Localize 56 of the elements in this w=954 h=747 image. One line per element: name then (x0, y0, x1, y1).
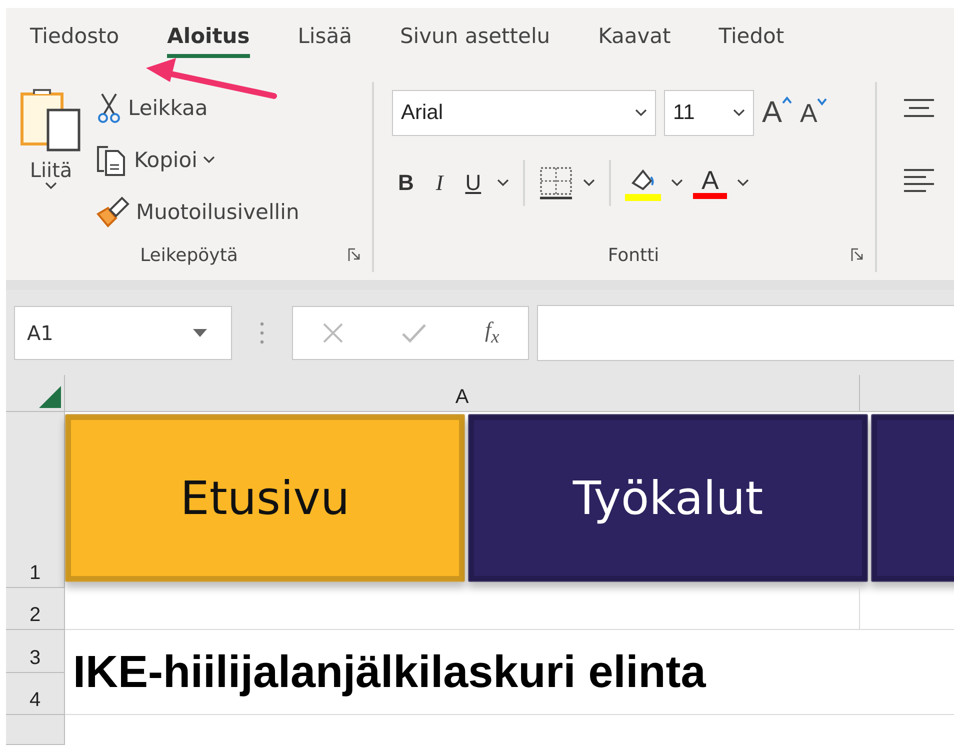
drag-handle-icon[interactable] (260, 322, 264, 344)
ribbon-tab[interactable]: Tiedosto (30, 24, 120, 58)
top-align-icon[interactable] (903, 98, 935, 118)
underline-button[interactable]: U (459, 170, 488, 196)
borders-icon[interactable] (539, 166, 574, 200)
column-header[interactable]: A (65, 375, 860, 412)
sheet-cell[interactable] (65, 588, 860, 630)
select-all-icon[interactable] (39, 386, 61, 408)
font-color-button[interactable]: A (693, 167, 728, 199)
navigation-button[interactable]: Työkalut (468, 414, 868, 582)
formula-input[interactable] (537, 304, 954, 360)
chevron-down-icon[interactable] (497, 179, 510, 187)
checkmark-icon[interactable] (401, 322, 428, 344)
row-header[interactable]: 3 (6, 630, 65, 673)
chevron-down-icon[interactable] (583, 179, 596, 187)
dialog-launcher-icon[interactable] (348, 248, 362, 262)
decrease-font-size-button[interactable]: A (800, 98, 828, 128)
format-painter-button[interactable]: Muotoilusivellin (96, 190, 300, 234)
sheet-title: IKE-hiilijalanjälkilaskuri elinta (73, 646, 706, 698)
chevron-down-icon[interactable] (733, 109, 745, 117)
chevron-down-icon[interactable] (671, 179, 684, 187)
bold-button[interactable]: B (392, 170, 420, 196)
italic-button[interactable]: I (430, 170, 450, 196)
row-header[interactable]: 1 (6, 412, 65, 588)
ribbon-tab[interactable]: Tiedot (718, 24, 784, 58)
caret-down-icon (817, 98, 828, 106)
ribbon-tab[interactable]: Lisää (298, 24, 352, 58)
chevron-down-icon[interactable] (635, 109, 647, 117)
chevron-down-icon[interactable] (737, 179, 750, 187)
row-header[interactable]: 2 (6, 588, 65, 630)
dropdown-arrow-icon[interactable] (193, 328, 207, 336)
copy-button[interactable]: Kopioi (96, 138, 300, 182)
row-header[interactable]: 4 (6, 673, 65, 715)
caret-up-icon (782, 96, 792, 104)
insert-function-button[interactable]: f$_{x}$ (484, 317, 500, 348)
copy-dropdown-icon[interactable] (203, 156, 216, 164)
group-label: Fontti (608, 244, 660, 266)
cut-button[interactable]: Leikkaa (96, 86, 300, 130)
paste-button[interactable]: Liitä (20, 86, 82, 182)
copy-icon (96, 143, 128, 177)
paste-dropdown-icon[interactable] (45, 182, 57, 190)
ribbon-tab[interactable]: Aloitus (167, 24, 250, 58)
sheet-cell[interactable]: IKE-hiilijalanjälkilaskuri elinta (65, 630, 954, 715)
navigation-button[interactable]: Etusivu (65, 414, 465, 582)
increase-font-size-button[interactable]: A (762, 96, 792, 130)
ribbon-tab[interactable]: Kaavat (598, 24, 671, 58)
name-box[interactable]: A1 (14, 306, 232, 360)
align-left-icon[interactable] (903, 168, 935, 194)
clipboard-icon (20, 86, 82, 152)
group-label: Leikepöytä (140, 244, 238, 266)
paintbrush-icon (96, 196, 130, 228)
font-size-dropdown[interactable]: 11 (664, 90, 754, 136)
font-name-dropdown[interactable]: Arial (392, 90, 656, 136)
ribbon-tab[interactable]: Sivun asettelu (400, 24, 550, 58)
scissors-icon (96, 92, 122, 124)
dialog-launcher-icon[interactable] (851, 248, 865, 262)
